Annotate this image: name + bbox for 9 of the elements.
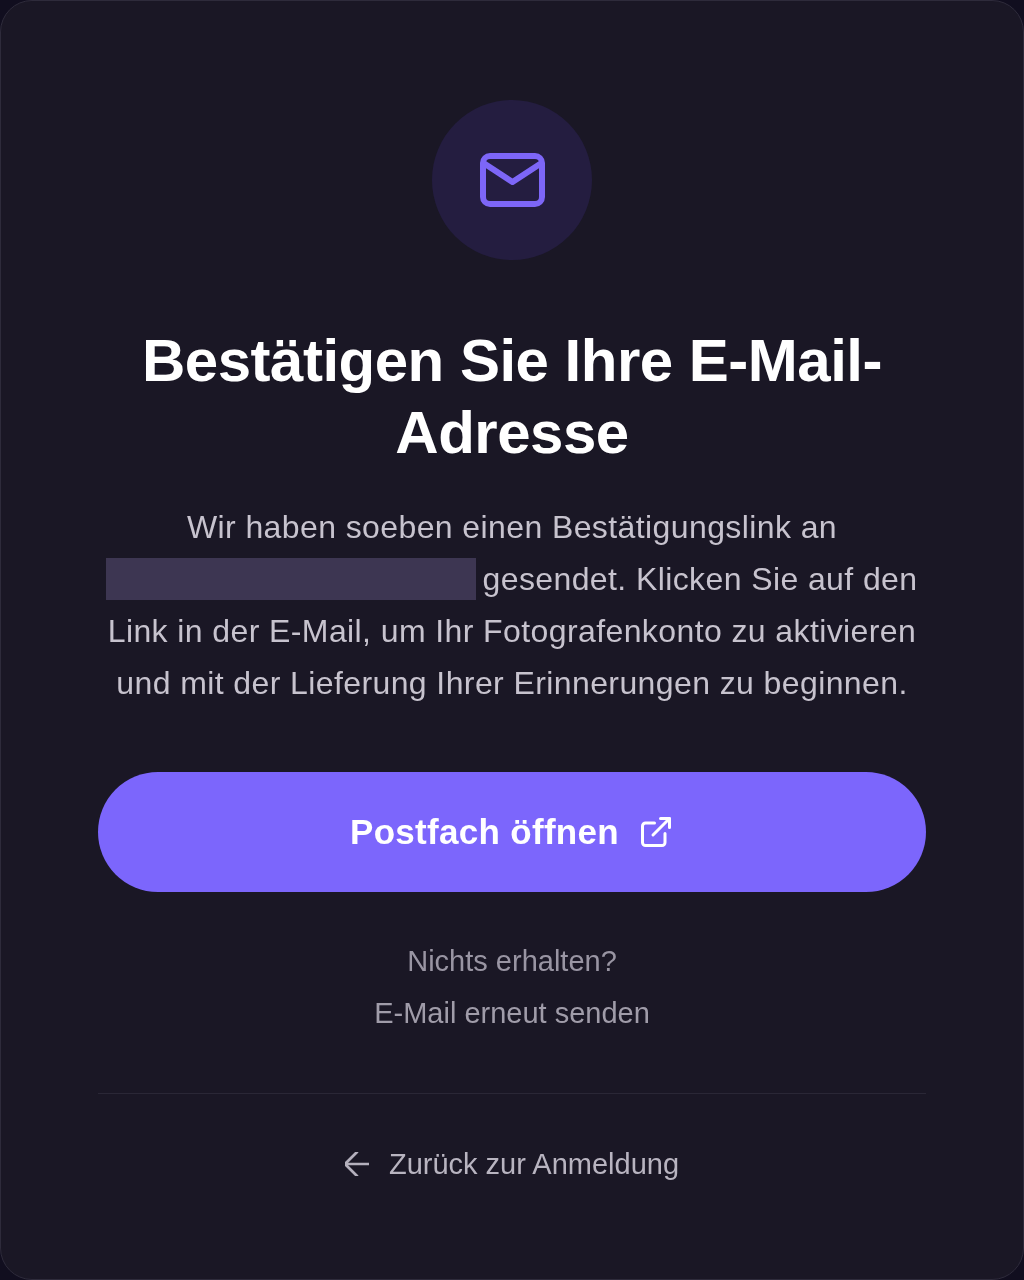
message-text: Wir haben soeben einen Bestätigungslink an xyxy=(186,508,838,547)
resend-prompt: Nichts erhalten? xyxy=(407,944,617,979)
message-text: Link in der E-Mail, um Ihr Fotografenkonto zu aktivieren und mit der Lieferung Ihrer Erinnerungen zu beginnen. xyxy=(106,612,918,703)
back-to-login-link[interactable]: Zurück zur Anmeldung xyxy=(344,1138,680,1190)
page-title: Bestätigen Sie Ihre E-Mail-Adresse xyxy=(141,326,883,468)
open-inbox-button[interactable]: Postfach öffnen xyxy=(98,772,926,892)
envelope-icon xyxy=(432,100,592,260)
resend-email-link[interactable]: E-Mail erneut senden xyxy=(374,987,650,1039)
message-text: gesendet. Klicken Sie auf den xyxy=(482,560,918,599)
